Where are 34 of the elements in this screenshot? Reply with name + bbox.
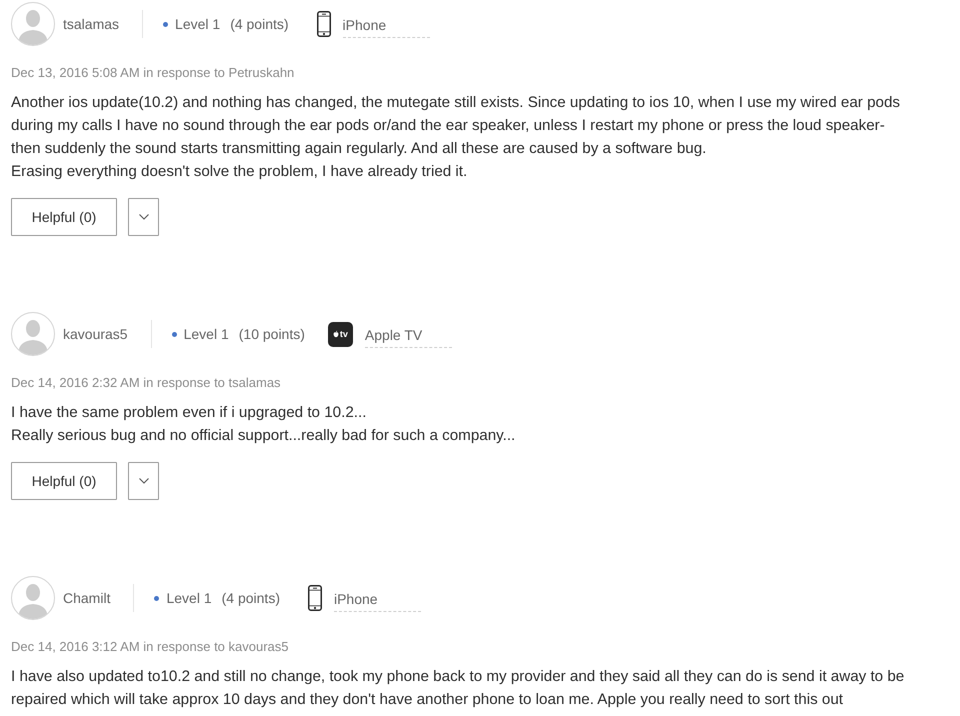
caret-icon [138,214,148,220]
phone-icon [308,585,322,611]
level-label: Level 1 [166,590,212,606]
level-label: Level 1 [175,16,220,32]
points-label: (4 points) [222,590,280,606]
device-link[interactable]: iPhone [342,10,430,38]
level-label: Level 1 [184,326,229,342]
device-link[interactable]: iPhone [334,584,421,612]
avatar-silhouette-icon [11,312,55,356]
avatar-silhouette-icon [11,576,55,620]
avatar-silhouette-icon [11,2,55,46]
post-body-text: Another ios update(10.2) and nothing has changed, the mutegate still exists. Since updating to ios 10, when I use my wired ear pods during my calls I have no sound through the ear pods or/and the ear speaker, unless I restart my phone or press the loud speaker- then suddenly the sound starts transmitting again regularly. And all these are caused by a software bug. Erasing everything doesn't solve the problem, I have already tried it. [11,93,902,182]
apple-icon [332,330,339,338]
points-label: (10 points) [238,326,305,342]
phone-icon [316,11,331,37]
helpful-button[interactable]: Helpful (0) [11,462,117,500]
username-link[interactable]: tsalamas [63,16,120,32]
post-timestamp: Dec 14, 2016 2:32 AM in response to tsalamas [11,374,282,392]
post-timestamp: Dec 13, 2016 5:08 AM in response to Petruskahn [11,64,296,82]
level-dot-icon [154,596,160,600]
points-label: (4 points) [230,16,289,32]
username-link[interactable]: Chamilt [63,590,110,606]
more-options-button[interactable] [128,462,159,500]
caret-icon [138,478,148,484]
level-dot-icon [172,332,177,336]
helpful-button[interactable]: Helpful (0) [11,198,117,236]
logo-text: tv [340,329,348,339]
post-timestamp: Dec 14, 2016 3:12 AM in response to kavouras5 [11,638,290,656]
level-dot-icon [163,22,168,26]
device-link[interactable]: Apple TV [364,320,452,348]
username-link[interactable]: kavouras5 [63,326,128,342]
more-options-button[interactable] [128,198,159,236]
post-body-text: I have the same problem even if i upgraged to 10.2... Really serious bug and no official support...really bad for such a company... [11,403,516,446]
post-body-text: I have also updated to10.2 and still no change, took my phone back to my provider and they said all they can do is send it away to be repaired which will take approx 10 days and they don't have another phone to loan me. Apple you really need to sort this out [11,667,906,710]
